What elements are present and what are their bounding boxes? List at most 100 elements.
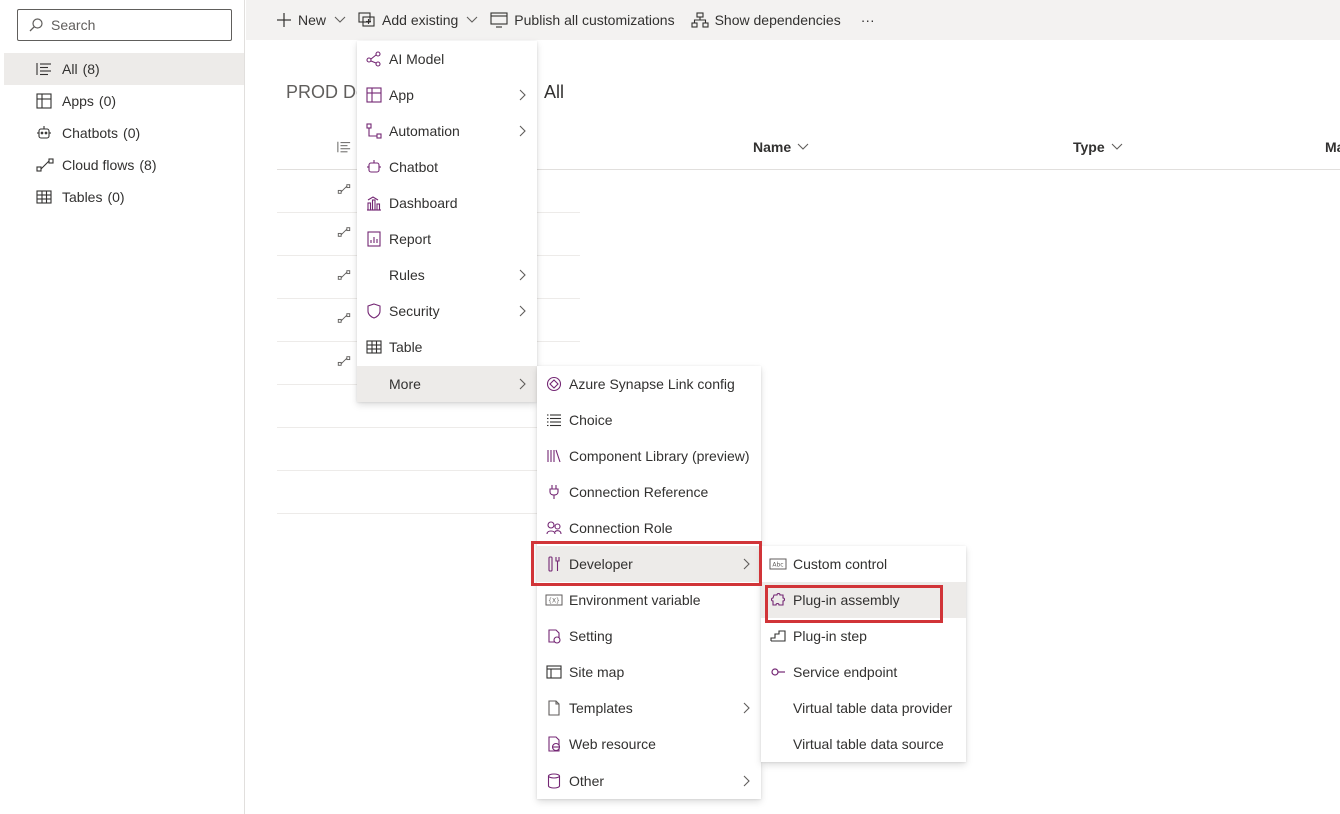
- column-header-name[interactable]: Name: [753, 139, 809, 155]
- menu-item-label: Rules: [389, 267, 425, 283]
- menu-item-component-library[interactable]: Component Library (preview): [537, 438, 761, 474]
- menu-item-other[interactable]: Other: [537, 763, 761, 799]
- sidebar-item-apps[interactable]: Apps (0): [4, 85, 244, 117]
- menu-item-connection-reference[interactable]: Connection Reference: [537, 474, 761, 510]
- menu-item-site-map[interactable]: Site map: [537, 654, 761, 690]
- publish-all-button[interactable]: Publish all customizations: [484, 0, 680, 40]
- menu-item-security[interactable]: Security: [357, 293, 537, 329]
- svg-text:Abc: Abc: [772, 562, 783, 569]
- menu-item-plugin-step[interactable]: Plug-in step: [761, 618, 966, 654]
- menu-item-setting[interactable]: Setting: [537, 618, 761, 654]
- menu-item-chatbot[interactable]: Chatbot: [357, 149, 537, 185]
- sidebar-item-chatbots[interactable]: Chatbots (0): [4, 117, 244, 149]
- sidebar-item-count: (8): [82, 61, 100, 77]
- menu-item-more[interactable]: More: [357, 366, 537, 402]
- menu-item-automation[interactable]: Automation: [357, 113, 537, 149]
- menu-item-virtual-table-provider[interactable]: Virtual table data provider: [761, 690, 966, 726]
- command-bar: New Add existing Publish all customizati…: [246, 0, 1340, 40]
- web-resource-icon: [545, 736, 563, 752]
- menu-item-label: App: [389, 87, 414, 103]
- menu-item-report[interactable]: Report: [357, 221, 537, 257]
- menu-item-custom-control[interactable]: Abc Custom control: [761, 546, 966, 582]
- menu-item-label: Plug-in step: [793, 628, 867, 644]
- people-icon: [545, 520, 563, 536]
- endpoint-icon: [769, 664, 787, 680]
- chevron-right-icon: [519, 269, 527, 281]
- new-button[interactable]: New: [270, 0, 352, 40]
- sidebar-item-cloud-flows[interactable]: Cloud flows (8): [4, 149, 244, 181]
- table-icon: [365, 339, 383, 355]
- sidebar-item-label: Cloud flows: [62, 157, 135, 173]
- menu-item-rules[interactable]: Rules: [357, 257, 537, 293]
- menu-item-templates[interactable]: Templates: [537, 690, 761, 726]
- breadcrumb-current: All: [544, 82, 565, 102]
- app-icon: [365, 87, 383, 103]
- flow-icon: [337, 270, 351, 280]
- database-icon: [545, 773, 563, 789]
- dashboard-icon: [365, 195, 383, 211]
- chevron-down-icon: [1111, 143, 1123, 151]
- column-header-type[interactable]: Type: [1073, 139, 1123, 155]
- menu-item-label: Table: [389, 339, 423, 355]
- variable-icon: {X}: [545, 592, 563, 608]
- sidebar-item-all[interactable]: All (8): [4, 53, 244, 85]
- menu-item-environment-variable[interactable]: {X} Environment variable: [537, 582, 761, 618]
- table-icon: [36, 190, 58, 204]
- menu-item-label: Virtual table data provider: [793, 700, 953, 716]
- menu-item-label: Component Library (preview): [569, 448, 750, 464]
- menu-item-label: Choice: [569, 412, 613, 428]
- menu-item-dashboard[interactable]: Dashboard: [357, 185, 537, 221]
- sidebar-item-label: Tables: [62, 189, 103, 205]
- step-icon: [769, 628, 787, 644]
- menu-item-plugin-assembly[interactable]: Plug-in assembly: [761, 582, 966, 618]
- table-row[interactable]: [277, 471, 580, 514]
- sidebar-item-label: Chatbots: [62, 125, 119, 141]
- chevron-down-icon: [466, 16, 478, 24]
- menu-item-ai-model[interactable]: AI Model: [357, 41, 537, 77]
- custom-control-icon: Abc: [769, 556, 787, 572]
- synapse-icon: [545, 376, 563, 392]
- breadcrumb-solution[interactable]: PROD De: [286, 82, 366, 103]
- template-icon: [545, 700, 563, 716]
- more-submenu: Azure Synapse Link config Choice Compone…: [537, 366, 761, 799]
- sidebar-item-label: Apps: [62, 93, 94, 109]
- sidebar-item-count: (0): [98, 93, 117, 109]
- more-icon: ···: [860, 12, 875, 28]
- setting-icon: [545, 628, 563, 644]
- menu-item-label: Site map: [569, 664, 625, 680]
- menu-item-web-resource[interactable]: Web resource: [537, 726, 761, 762]
- menu-item-label: Web resource: [569, 736, 656, 752]
- apps-icon: [36, 93, 58, 109]
- menu-item-label: Virtual table data source: [793, 736, 944, 752]
- menu-item-label: Other: [569, 773, 605, 789]
- table-row[interactable]: [277, 428, 580, 471]
- add-existing-button[interactable]: Add existing: [352, 0, 484, 40]
- menu-item-choice[interactable]: Choice: [537, 402, 761, 438]
- library-icon: [545, 448, 563, 464]
- menu-item-connection-role[interactable]: Connection Role: [537, 510, 761, 546]
- search-input[interactable]: Search: [17, 9, 232, 41]
- menu-item-developer[interactable]: Developer: [537, 546, 761, 582]
- chevron-right-icon: [519, 89, 527, 101]
- menu-item-service-endpoint[interactable]: Service endpoint: [761, 654, 966, 690]
- menu-item-label: Automation: [389, 123, 460, 139]
- choice-icon: [545, 412, 563, 428]
- column-header-label: Ma: [1325, 139, 1340, 155]
- menu-item-app[interactable]: App: [357, 77, 537, 113]
- search-placeholder: Search: [51, 17, 96, 33]
- menu-item-label: AI Model: [389, 51, 445, 67]
- menu-item-azure-synapse[interactable]: Azure Synapse Link config: [537, 366, 761, 402]
- menu-item-virtual-table-source[interactable]: Virtual table data source: [761, 726, 966, 762]
- more-commands-button[interactable]: ···: [855, 0, 881, 40]
- menu-item-table[interactable]: Table: [357, 329, 537, 365]
- menu-item-label: Dashboard: [389, 195, 458, 211]
- dependencies-icon: [691, 12, 709, 28]
- menu-item-label: Plug-in assembly: [793, 592, 900, 608]
- show-dependencies-label: Show dependencies: [714, 12, 841, 28]
- sidebar-item-tables[interactable]: Tables (0): [4, 181, 244, 213]
- show-dependencies-button[interactable]: Show dependencies: [685, 0, 847, 40]
- chevron-down-icon: [797, 143, 809, 151]
- column-header-managed[interactable]: Ma: [1325, 139, 1340, 155]
- search-icon: [28, 17, 44, 33]
- new-button-label: New: [298, 12, 327, 28]
